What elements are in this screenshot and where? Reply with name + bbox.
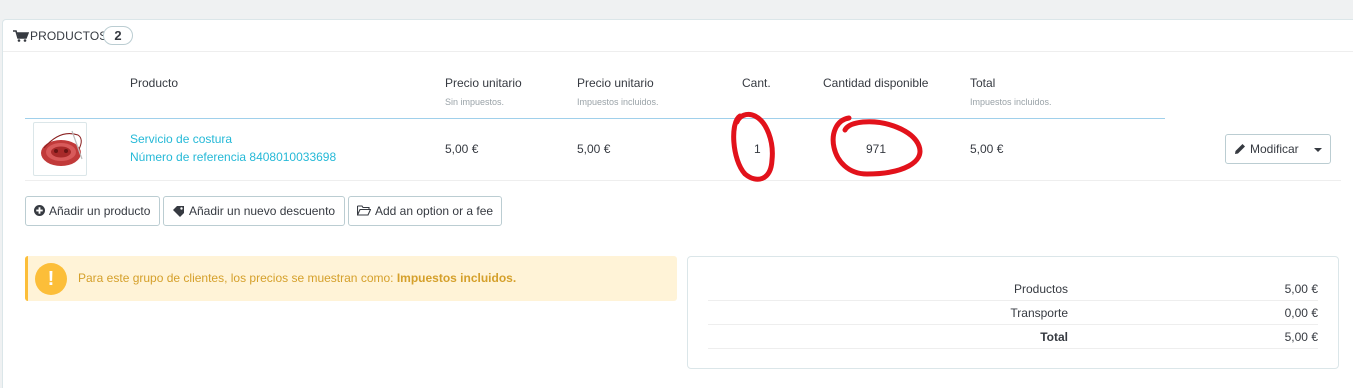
products-panel: PRODUCTOS 2 Producto Precio unitario Sin…	[2, 19, 1353, 388]
summary-divider	[708, 324, 1318, 325]
header-unit-price-incl-sub: Impuestos incluidos.	[577, 97, 659, 107]
add-product-button[interactable]: Añadir un producto	[25, 196, 160, 226]
alert-text: Para este grupo de clientes, los precios…	[78, 271, 397, 285]
unit-price-incl: 5,00 €	[577, 142, 611, 156]
warning-icon: !	[35, 263, 67, 295]
panel-title: PRODUCTOS	[30, 29, 108, 43]
header-total-sub: Impuestos incluidos.	[970, 97, 1052, 107]
quantity-annotation-circle	[731, 111, 775, 182]
summary-shipping-value: 0,00 €	[1284, 306, 1318, 320]
product-count-badge: 2	[103, 26, 133, 45]
summary-divider	[708, 348, 1318, 349]
shopping-cart-icon	[13, 30, 29, 42]
unit-price-excl: 5,00 €	[445, 142, 479, 156]
row-divider	[25, 180, 1341, 181]
tax-display-alert: ! Para este grupo de clientes, los preci…	[25, 256, 677, 301]
add-product-label: Añadir un producto	[49, 204, 151, 218]
annotation-circles	[731, 111, 923, 182]
product-name-link[interactable]: Servicio de costura	[130, 132, 232, 146]
add-discount-button[interactable]: Añadir un nuevo descuento	[163, 196, 345, 226]
header-quantity: Cant.	[742, 76, 771, 90]
product-reference-link[interactable]: Número de referencia 8408010033698	[130, 150, 336, 164]
summary-divider	[708, 300, 1318, 301]
top-bar	[0, 0, 1353, 18]
tag-icon	[173, 205, 184, 217]
header-unit-price-incl: Precio unitario	[577, 76, 654, 90]
plus-circle-icon	[34, 205, 45, 217]
summary-total-label: Total	[1040, 330, 1068, 344]
summary-products-value: 5,00 €	[1284, 282, 1318, 296]
header-available-quantity: Cantidad disponible	[823, 76, 929, 90]
alert-emphasis: Impuestos incluidos.	[396, 271, 517, 285]
alert-message: Para este grupo de clientes, los precios…	[78, 271, 516, 285]
alert-accent-bar	[25, 256, 28, 301]
header-product: Producto	[130, 76, 179, 90]
header-divider	[25, 118, 1165, 119]
panel-heading: PRODUCTOS 2	[3, 20, 1353, 52]
add-option-label: Add an option or a fee	[375, 204, 494, 218]
product-thumbnail[interactable]	[33, 122, 87, 176]
pencil-icon	[1235, 143, 1245, 154]
order-summary: Productos 5,00 € Transporte 0,00 € Total…	[687, 256, 1339, 369]
chevron-down-icon[interactable]	[1314, 148, 1322, 152]
total-value: 5,00 €	[970, 142, 1004, 156]
header-unit-price-excl-sub: Sin impuestos.	[445, 97, 505, 107]
folder-open-icon	[357, 205, 371, 216]
button-image-icon	[41, 130, 83, 166]
header-total: Total	[970, 76, 996, 90]
add-discount-label: Añadir un nuevo descuento	[189, 204, 336, 218]
header-unit-price-excl: Precio unitario	[445, 76, 522, 90]
add-option-fee-button[interactable]: Add an option or a fee	[348, 196, 502, 226]
summary-shipping-label: Transporte	[1010, 306, 1068, 320]
available-annotation-circle	[830, 115, 923, 177]
edit-product-button[interactable]: Modificar	[1225, 134, 1331, 164]
summary-total-value: 5,00 €	[1284, 330, 1318, 344]
edit-button-label: Modificar	[1250, 142, 1299, 156]
summary-products-label: Productos	[1013, 282, 1068, 296]
